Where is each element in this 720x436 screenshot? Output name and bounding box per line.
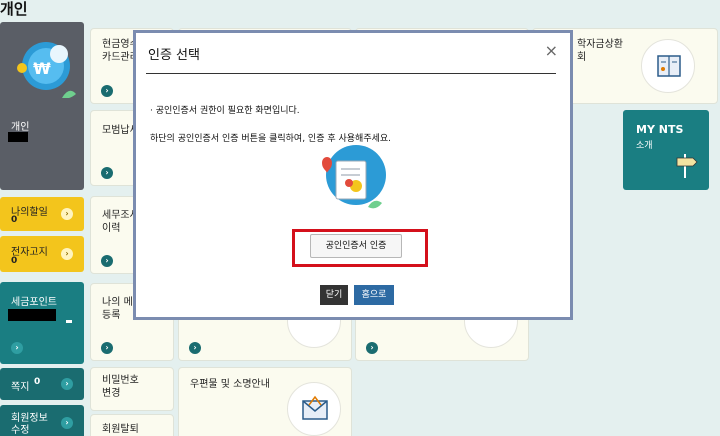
arrow-right-icon: › — [61, 378, 73, 390]
close-button[interactable]: 닫기 — [320, 285, 348, 305]
count-badge: 0 — [11, 215, 18, 225]
tile-postal[interactable]: 우편물 및 소명안내 — [178, 367, 352, 436]
my-nts-card[interactable]: MY NTS 소개 — [623, 110, 709, 190]
my-nts-subtitle: 소개 — [636, 141, 653, 151]
dialog-title: 인증 선택 — [148, 48, 200, 63]
count-badge: 0 — [11, 256, 18, 266]
mail-icon — [287, 382, 341, 436]
home-button[interactable]: 홈으로 — [354, 285, 394, 305]
certificate-auth-button[interactable]: 공인인증서 인증 — [310, 234, 402, 258]
sidebar-item-todo[interactable]: 나의할일 0 › — [0, 197, 84, 231]
count-badge: 0 — [34, 377, 41, 387]
book-icon — [641, 39, 695, 93]
my-nts-title: MY NTS — [636, 123, 684, 136]
arrow-right-icon: › — [101, 85, 113, 97]
arrow-right-icon: › — [61, 417, 73, 429]
page-title: 개인 — [0, 0, 28, 18]
certificate-icon — [316, 141, 386, 215]
arrow-right-icon: › — [61, 208, 73, 220]
signpost-icon — [673, 152, 699, 184]
arrow-right-icon: › — [101, 342, 113, 354]
notice-line-1: · 공인인증서 권한이 필요한 화면입니다. — [150, 106, 300, 116]
arrow-right-icon: › — [11, 342, 23, 354]
sidebar-item-e-notice[interactable]: 전자고지 0 › — [0, 236, 84, 272]
arrow-right-icon: › — [101, 167, 113, 179]
tile-withdraw[interactable]: 회원탈퇴 — [90, 414, 174, 436]
profile-card: ₩ 개인 — [0, 22, 84, 190]
arrow-right-icon: › — [61, 248, 73, 260]
points-unit — [66, 320, 72, 323]
redacted-name — [8, 132, 28, 142]
arrow-right-icon: › — [189, 342, 201, 354]
svg-text:₩: ₩ — [33, 59, 51, 78]
redacted-points — [8, 309, 56, 321]
divider — [146, 73, 556, 74]
arrow-right-icon: › — [101, 255, 113, 267]
sidebar-item-tax-points[interactable]: 세금포인트 › — [0, 282, 84, 364]
sidebar-item-message[interactable]: 쪽지 0 › — [0, 368, 84, 400]
won-globe-icon: ₩ — [14, 36, 76, 99]
tile-password-change[interactable]: 비밀번호 변경 — [90, 367, 174, 411]
profile-label: 개인 — [11, 122, 30, 133]
auth-select-dialog: 인증 선택 × · 공인인증서 권한이 필요한 화면입니다. 하단의 공인인증서… — [133, 30, 573, 320]
arrow-right-icon: › — [366, 342, 378, 354]
sidebar-item-member-edit[interactable]: 회원정보 수정 › — [0, 405, 84, 436]
close-icon[interactable]: × — [545, 41, 558, 60]
